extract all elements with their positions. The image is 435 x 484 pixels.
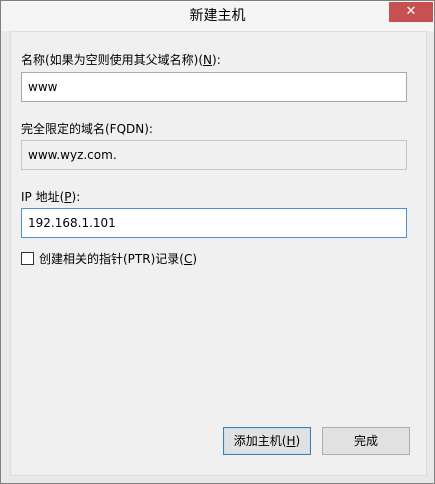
- name-label-text: 名称(如果为空则使用其父域名称)(: [21, 53, 204, 67]
- name-input[interactable]: www: [21, 72, 407, 102]
- name-label-suffix: ):: [212, 53, 221, 67]
- dialog-window: 新建主机 ✕ 名称(如果为空则使用其父域名称)(N): www 完全限定的域名(…: [0, 0, 435, 484]
- add-host-label: 添加主机(: [233, 434, 287, 448]
- close-button[interactable]: ✕: [389, 2, 433, 22]
- add-host-accesskey: H: [286, 434, 296, 448]
- ip-label-accesskey: P: [64, 190, 72, 204]
- add-host-suffix: ): [295, 434, 301, 448]
- add-host-button[interactable]: 添加主机(H): [223, 427, 311, 455]
- ptr-label-text: 创建相关的指针(PTR)记录(: [39, 251, 184, 266]
- done-button[interactable]: 完成: [322, 427, 410, 455]
- ip-address-input[interactable]: 192.168.1.101: [21, 208, 407, 238]
- ip-field-label: IP 地址(P):: [21, 189, 80, 205]
- fqdn-field: www.wyz.com.: [21, 140, 407, 170]
- name-label-accesskey: N: [203, 53, 213, 67]
- ptr-checkbox[interactable]: [21, 251, 34, 265]
- ptr-checkbox-label: 创建相关的指针(PTR)记录(C): [39, 250, 197, 267]
- ptr-checkbox-row[interactable]: 创建相关的指针(PTR)记录(C): [21, 250, 197, 266]
- name-field-label: 名称(如果为空则使用其父域名称)(N):: [21, 52, 221, 68]
- dialog-content: 名称(如果为空则使用其父域名称)(N): www 完全限定的域名(FQDN): …: [10, 31, 427, 476]
- ptr-label-suffix: ): [192, 251, 198, 266]
- dialog-title: 新建主机: [189, 8, 246, 24]
- ip-label-suffix: ):: [71, 190, 81, 204]
- ip-label-text: IP 地址(: [21, 190, 65, 204]
- title-bar: 新建主机 ✕: [1, 1, 434, 31]
- close-icon: ✕: [405, 4, 417, 19]
- fqdn-label: 完全限定的域名(FQDN):: [21, 122, 153, 136]
